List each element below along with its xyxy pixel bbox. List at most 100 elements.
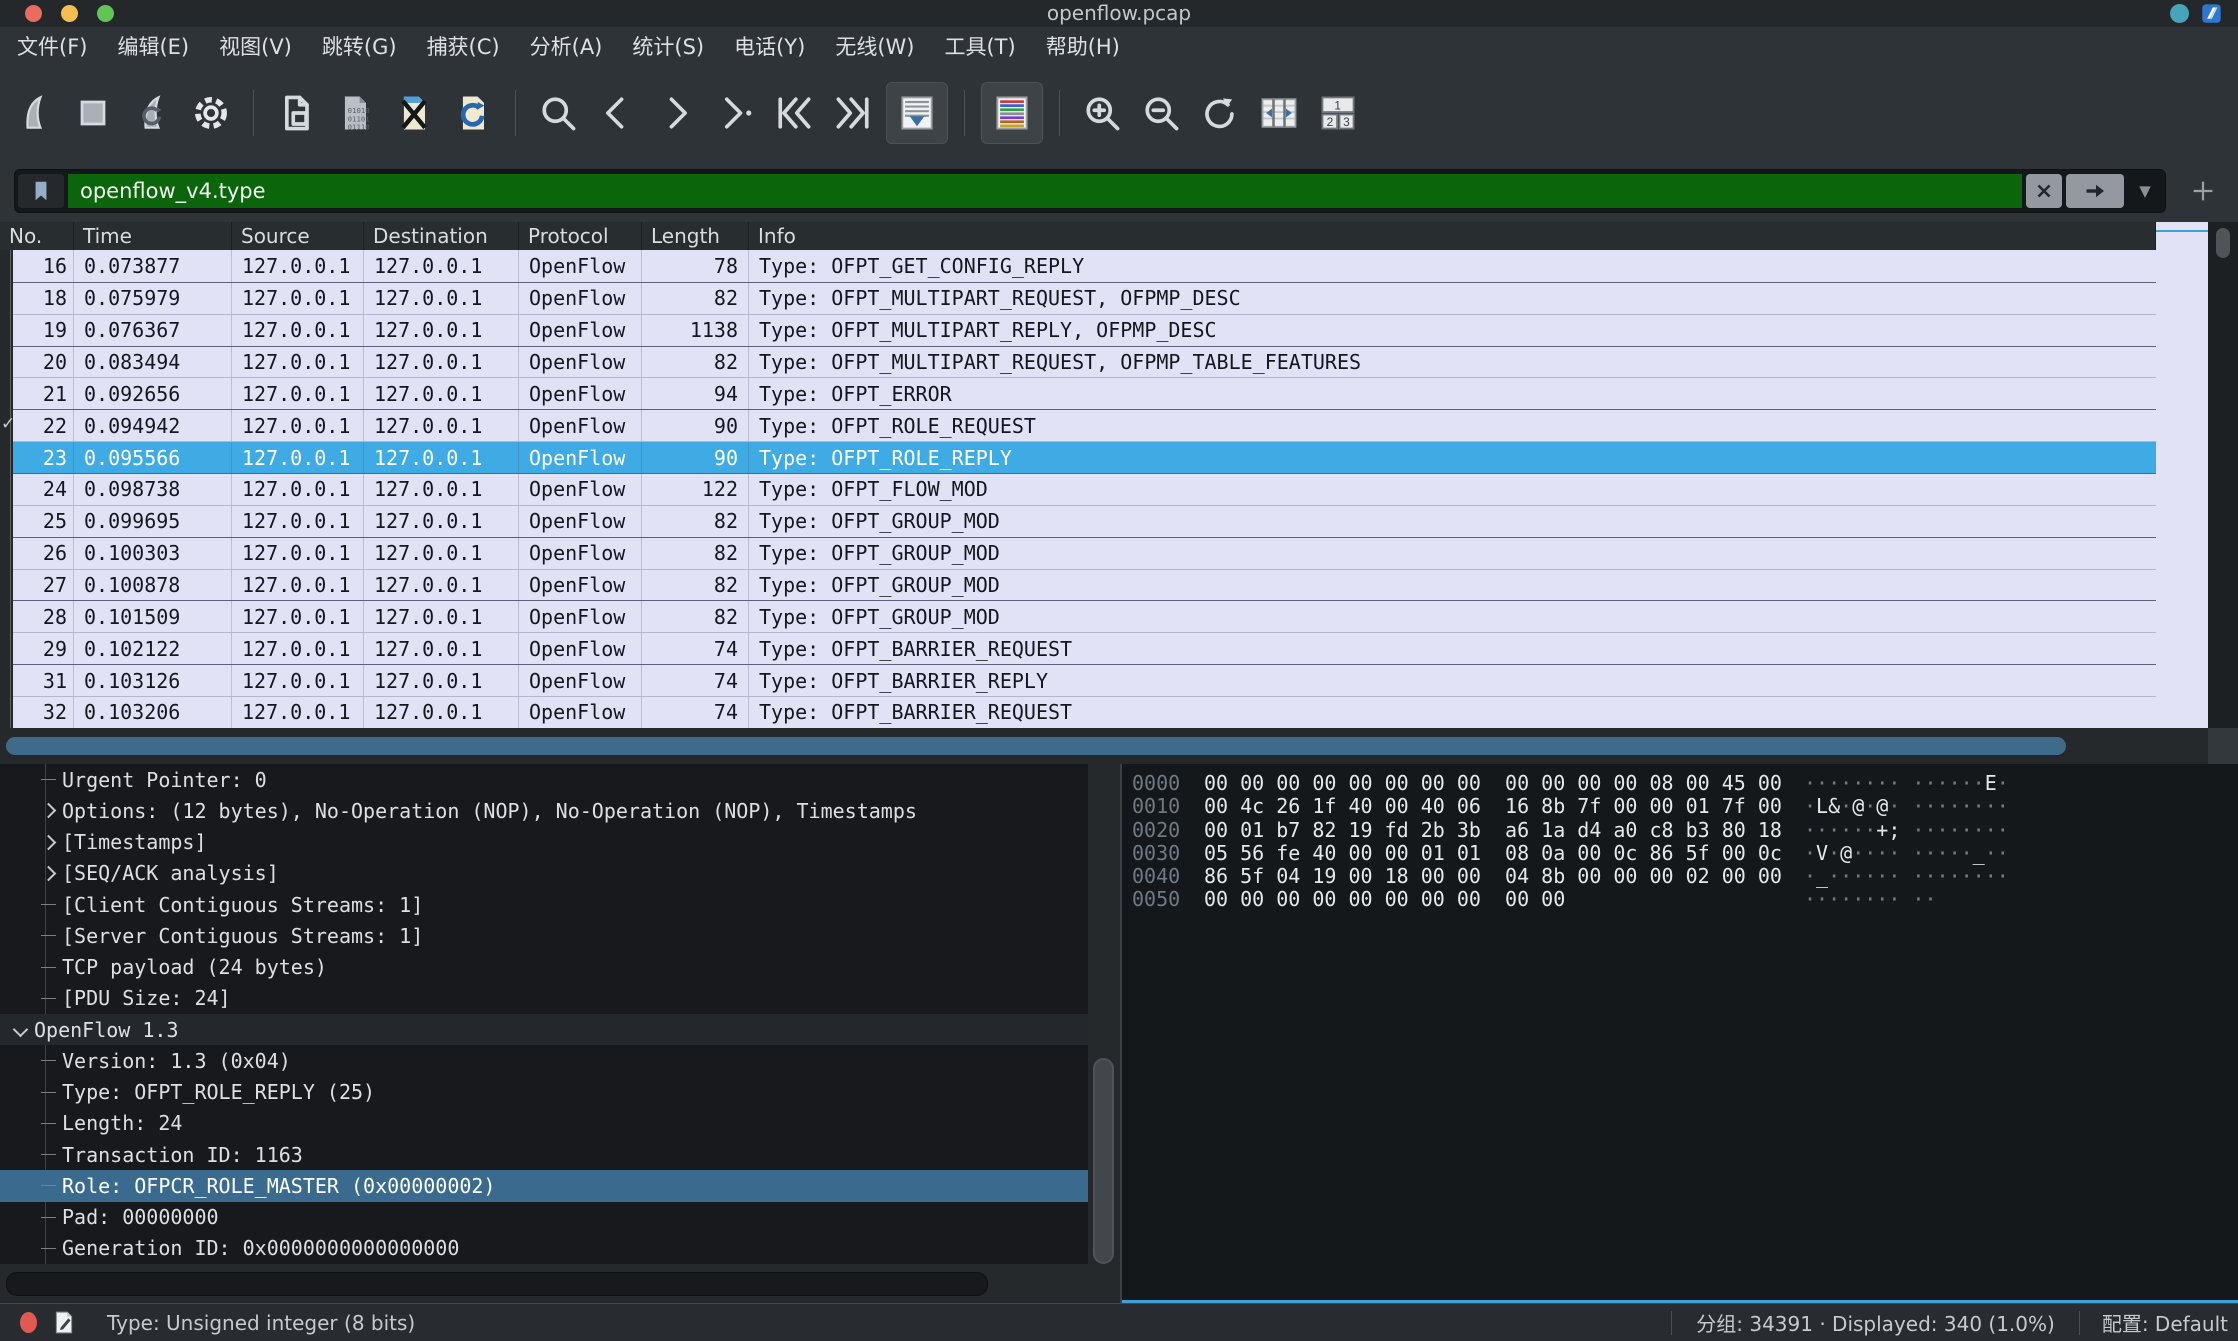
capture-stop-button[interactable] [67,87,119,139]
menu-item-1[interactable]: 文件(F) [2,27,102,65]
colorize-packets-button[interactable] [981,82,1043,144]
find-packet-button[interactable] [532,87,584,139]
packet-row[interactable]: 270.100878127.0.0.1127.0.0.1OpenFlow82Ty… [0,569,2156,601]
capture-options-button[interactable] [185,87,237,139]
detail-row[interactable]: Length: 24 [0,1108,1088,1139]
hex-bytes[interactable]: 00 01 b7 82 19 fd 2b 3b a6 1a d4 a0 c8 b… [1204,819,1804,842]
packet-row[interactable]: 190.076367127.0.0.1127.0.0.1OpenFlow1138… [0,314,2156,346]
hex-row[interactable]: 001000 4c 26 1f 40 00 40 06 16 8b 7f 00 … [1122,795,2238,818]
filter-dropdown-caret[interactable]: ▼ [2128,174,2162,208]
cell-destination[interactable]: 127.0.0.1 [364,665,519,696]
cell-protocol[interactable]: OpenFlow [519,506,642,537]
packet-row[interactable]: 280.101509127.0.0.1127.0.0.1OpenFlow82Ty… [0,600,2156,632]
chevron-right-icon[interactable] [34,805,62,816]
cell-time[interactable]: 0.094942 [74,410,232,441]
zoom-in-button[interactable] [1076,87,1128,139]
cell-length[interactable]: 122 [642,474,749,505]
column-header-length[interactable]: Length [642,222,749,250]
hex-bytes[interactable]: 86 5f 04 19 00 18 00 00 04 8b 00 00 00 0… [1204,865,1804,888]
cell-length[interactable]: 90 [642,410,749,441]
cell-protocol[interactable]: OpenFlow [519,378,642,409]
menu-item-3[interactable]: 视图(V) [204,27,307,65]
cell-destination[interactable]: 127.0.0.1 [364,697,519,728]
screen-share-icon[interactable] [2170,4,2189,23]
cell-length[interactable]: 82 [642,506,749,537]
cell-info[interactable]: Type: OFPT_GROUP_MOD [749,570,2156,601]
cell-source[interactable]: 127.0.0.1 [232,315,364,346]
profile-selector[interactable]: 配置: Default [2080,1308,2238,1337]
chevron-right-icon[interactable] [34,868,62,879]
hex-row[interactable]: 003005 56 fe 40 00 00 01 01 08 0a 00 0c … [1122,842,2238,865]
cell-length[interactable]: 90 [642,442,749,473]
cell-time[interactable]: 0.075979 [74,283,232,314]
cell-time[interactable]: 0.103206 [74,697,232,728]
hex-bytes[interactable]: 00 4c 26 1f 40 00 40 06 16 8b 7f 00 00 0… [1204,795,1804,818]
cell-protocol[interactable]: OpenFlow [519,283,642,314]
packet-row[interactable]: 210.092656127.0.0.1127.0.0.1OpenFlow94Ty… [0,377,2156,409]
cell-info[interactable]: Type: OFPT_GET_CONFIG_REPLY [749,250,2156,282]
detail-row[interactable]: [Server Contiguous Streams: 1] [0,920,1088,951]
menu-item-11[interactable]: 帮助(H) [1031,27,1135,65]
last-packet-button[interactable] [827,87,879,139]
cell-source[interactable]: 127.0.0.1 [232,283,364,314]
cell-protocol[interactable]: OpenFlow [519,250,642,282]
cell-protocol[interactable]: OpenFlow [519,633,642,664]
cell-length[interactable]: 82 [642,601,749,632]
zoom-out-button[interactable] [1135,87,1187,139]
cell-protocol[interactable]: OpenFlow [519,474,642,505]
cell-time[interactable]: 0.100303 [74,538,232,569]
cell-length[interactable]: 82 [642,283,749,314]
cell-length[interactable]: 74 [642,697,749,728]
cell-info[interactable]: Type: OFPT_GROUP_MOD [749,506,2156,537]
column-header-protocol[interactable]: Protocol [519,222,642,250]
detail-row[interactable]: [Client Contiguous Streams: 1] [0,889,1088,920]
menu-item-6[interactable]: 分析(A) [515,27,618,65]
menu-item-7[interactable]: 统计(S) [617,27,719,65]
packet-list-horizontal-scrollbar-thumb[interactable] [6,737,2066,755]
cell-source[interactable]: 127.0.0.1 [232,506,364,537]
cell-source[interactable]: 127.0.0.1 [232,570,364,601]
cell-info[interactable]: Type: OFPT_GROUP_MOD [749,601,2156,632]
cell-source[interactable]: 127.0.0.1 [232,665,364,696]
cell-time[interactable]: 0.095566 [74,442,232,473]
detail-row[interactable]: Options: (12 bytes), No-Operation (NOP),… [0,795,1088,826]
packet-row[interactable]: 260.100303127.0.0.1127.0.0.1OpenFlow82Ty… [0,537,2156,569]
resize-columns-button[interactable] [1253,87,1305,139]
packet-row[interactable]: 250.099695127.0.0.1127.0.0.1OpenFlow82Ty… [0,505,2156,537]
detail-row[interactable]: Role: OFPCR_ROLE_MASTER (0x00000002) [0,1170,1088,1201]
column-header-source[interactable]: Source [232,222,364,250]
chevron-down-icon[interactable] [6,1024,34,1035]
cell-source[interactable]: 127.0.0.1 [232,697,364,728]
cell-info[interactable]: Type: OFPT_ROLE_REQUEST [749,410,2156,441]
cell-length[interactable]: 94 [642,378,749,409]
cell-protocol[interactable]: OpenFlow [519,697,642,728]
capture-start-button[interactable] [8,87,60,139]
cell-info[interactable]: Type: OFPT_MULTIPART_REQUEST, OFPMP_DESC [749,283,2156,314]
hex-ascii[interactable]: ·_······ ········ [1804,865,2009,888]
packet-row[interactable]: 220.094942127.0.0.1127.0.0.1OpenFlow90Ty… [0,409,2156,441]
detail-row[interactable]: [PDU Size: 24] [0,983,1088,1014]
auto-scroll-button[interactable] [886,82,948,144]
cell-source[interactable]: 127.0.0.1 [232,474,364,505]
open-file-button[interactable] [270,87,322,139]
menu-item-4[interactable]: 跳转(G) [307,27,412,65]
detail-row[interactable]: [Timestamps] [0,827,1088,858]
expert-info-icon[interactable] [20,1312,37,1333]
cell-time[interactable]: 0.099695 [74,506,232,537]
menu-item-2[interactable]: 编辑(E) [102,27,204,65]
cell-info[interactable]: Type: OFPT_GROUP_MOD [749,538,2156,569]
column-header-time[interactable]: Time [74,222,232,250]
next-packet-button[interactable] [650,87,702,139]
detail-row[interactable]: Type: OFPT_ROLE_REPLY (25) [0,1077,1088,1108]
cell-time[interactable]: 0.100878 [74,570,232,601]
packet-row[interactable]: 180.075979127.0.0.1127.0.0.1OpenFlow82Ty… [0,282,2156,314]
cell-length[interactable]: 74 [642,633,749,664]
packet-list-vertical-scrollbar-thumb[interactable] [2216,228,2230,258]
cell-protocol[interactable]: OpenFlow [519,538,642,569]
hex-row[interactable]: 002000 01 b7 82 19 fd 2b 3b a6 1a d4 a0 … [1122,819,2238,842]
packet-row[interactable]: 240.098738127.0.0.1127.0.0.1OpenFlow122T… [0,473,2156,505]
cell-source[interactable]: 127.0.0.1 [232,347,364,378]
input-method-icon[interactable] [2201,3,2222,24]
packet-row[interactable]: 320.103206127.0.0.1127.0.0.1OpenFlow74Ty… [0,696,2156,728]
packet-list-horizontal-scrollbar[interactable] [0,728,2208,764]
